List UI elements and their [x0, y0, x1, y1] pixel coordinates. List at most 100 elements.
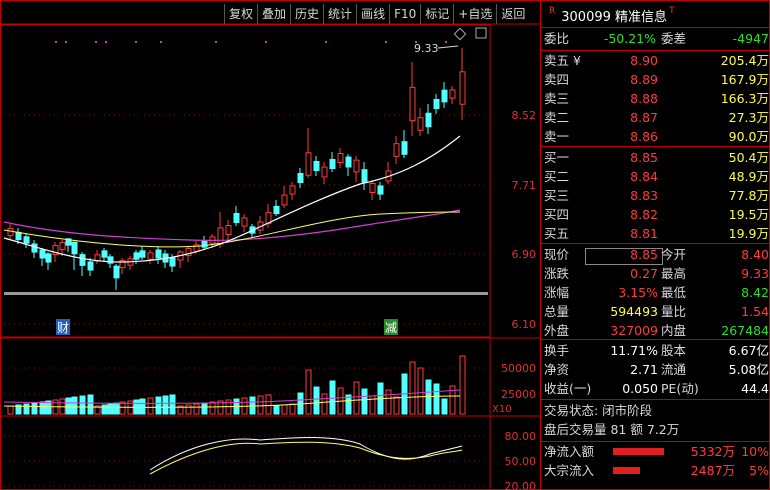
volume-bar: [185, 404, 192, 415]
marker-dot: [105, 41, 107, 43]
stat-row: 涨跌 0.27 最高 9.33: [544, 266, 769, 281]
kline-chart-svg[interactable]: 8.52 7.71 6.90 6.10 9.33 财 减 50000 25000 X10 80.00…: [0, 0, 540, 490]
panel-toggle-icon: [475, 27, 487, 39]
candle-body: [7, 227, 14, 237]
divider: [541, 243, 770, 244]
price-tick-label: 6.10: [512, 318, 537, 331]
weicha-value: -4947: [732, 31, 769, 46]
stock-header: R 300099 精准信息 T: [549, 6, 675, 25]
volume-bar: [169, 394, 176, 415]
bid-row: 买二 8.84 48.9万: [544, 169, 769, 184]
candle-body: [289, 185, 296, 195]
volume-bar: [201, 402, 208, 415]
candle-body: [225, 225, 232, 235]
stat-row: 换手 11.71% 股本 6.67亿: [544, 343, 769, 358]
price-tick-label: 8.52: [512, 109, 537, 122]
stat-row: 涨幅 3.15% 最低 8.42: [544, 285, 769, 300]
volume-bar: [107, 403, 114, 415]
stock-name: 精准信息: [615, 10, 668, 25]
indicator-tick-label: 50.00: [505, 455, 537, 468]
quote-panel: R 300099 精准信息 T 委比 -50.21% 委差 -4947 卖五 ¥8.…: [540, 0, 770, 490]
candle-body: [369, 183, 376, 193]
marker-dot: [160, 41, 162, 43]
divider: [541, 339, 770, 340]
toolbar-button[interactable]: 历史: [290, 4, 323, 24]
candle-body: [409, 86, 416, 122]
stat-row: 外盘 327009 内盘 267484: [544, 323, 769, 338]
volume-bar: [87, 394, 94, 415]
candle-body: [393, 143, 400, 157]
stat-row: 总量 594493 量比 1.54: [544, 304, 769, 319]
bid-row: 买五 8.81 19.9万: [544, 226, 769, 241]
marker-dot: [385, 41, 387, 43]
volume-tick-label: 25000: [501, 388, 536, 401]
volume-bar: [329, 380, 336, 415]
candle-body: [217, 227, 224, 245]
candle-body: [39, 249, 46, 259]
volume-bar: [249, 396, 256, 415]
volume-bar: [417, 367, 424, 415]
marker-dot: [445, 41, 447, 43]
volume-bar: [361, 388, 368, 415]
volume-bar: [393, 396, 400, 415]
marker-dot: [325, 41, 327, 43]
high-price-marker: 9.33: [414, 42, 439, 55]
price-pane-separator: [4, 292, 488, 295]
ask-row: 卖二 8.87 27.3万: [544, 110, 769, 125]
candle-body: [233, 213, 240, 223]
ma60-line: [3, 209, 461, 241]
ask-row: 卖一 8.86 90.0万: [544, 129, 769, 144]
divider: [541, 27, 770, 28]
volume-bar: [209, 401, 216, 415]
stat-row: 现价 8.85 今开 8.40: [544, 247, 769, 262]
marker-dot: [215, 41, 217, 43]
candle-body: [361, 169, 368, 183]
candle-body: [337, 153, 344, 163]
toolbar-button[interactable]: +自选: [453, 4, 496, 24]
volume-bar: [305, 369, 312, 415]
price-tick-label: 7.71: [512, 179, 537, 192]
stat-row: 净资 2.71 流通 5.08亿: [544, 362, 769, 377]
indicator-tick-label: 20.00: [505, 480, 537, 490]
flow-bar: [613, 448, 665, 455]
toolbar-button[interactable]: F10: [389, 4, 420, 24]
toolbar-button[interactable]: 返回: [496, 4, 529, 24]
toolbar-button[interactable]: 叠加: [257, 4, 290, 24]
toolbar-button[interactable]: 统计: [323, 4, 356, 24]
toolbar-button[interactable]: 画线: [356, 4, 389, 24]
candle-body: [169, 257, 176, 267]
candle-body: [45, 253, 52, 263]
candle-body: [441, 89, 448, 103]
kline-chart-panel[interactable]: 8.52 7.71 6.90 6.10 9.33 财 减 50000 25000 X10 80.00…: [0, 0, 540, 490]
webi-row: 委比 -50.21% 委差 -4947: [544, 31, 769, 46]
candle-body: [147, 252, 154, 260]
candle-body: [79, 254, 86, 266]
candle-body: [353, 159, 360, 173]
volume-bar: [23, 403, 30, 415]
toolbar-button[interactable]: 标记: [420, 4, 453, 24]
indicator-tick-label: 80.00: [505, 430, 537, 443]
flow-row: 净流入额 5332万 10%: [544, 444, 769, 459]
candle-body: [425, 112, 432, 128]
candle-body: [241, 217, 248, 227]
candle-body: [401, 141, 408, 155]
candle-body: [417, 117, 424, 131]
divider: [541, 399, 770, 400]
volume-unit-label: X10: [492, 404, 512, 415]
candle-body: [113, 265, 120, 279]
stat-row: 收益(一) 0.050 PE(动) 44.4: [544, 381, 769, 396]
candle-body: [133, 252, 140, 260]
volume-bar: [162, 395, 169, 415]
candle-body: [101, 250, 108, 258]
bid-row: 买一 8.85 50.4万: [544, 150, 769, 165]
diamond-icon: [453, 27, 467, 41]
event-badge-label: 减: [385, 321, 397, 335]
candle-body: [297, 173, 304, 183]
volume-bar: [409, 361, 416, 415]
toolbar-button[interactable]: 复权: [224, 4, 257, 24]
price-pane-border: [0, 24, 491, 338]
after-hours-volume: 盘后交易量 81 额 7.2万: [544, 422, 680, 437]
volume-bar: [289, 403, 296, 415]
candle-body: [71, 241, 78, 255]
candle-body: [377, 185, 384, 195]
